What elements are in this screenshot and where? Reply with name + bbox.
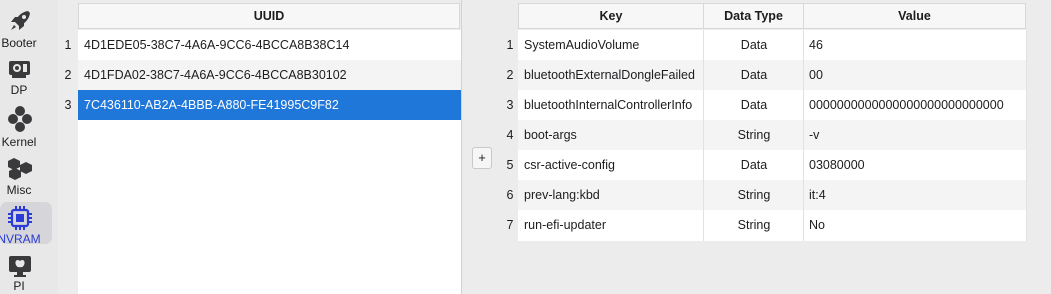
sidebar-item-misc[interactable]: Misc [0,155,58,199]
value-cell: 00 [809,68,823,82]
value-cell: it:4 [809,188,826,202]
column-divider [703,30,704,241]
type-cell: String [737,188,771,202]
uuid-cell: 4D1EDE05-38C7-4A6A-9CC6-4BCCA8B38C14 [84,38,350,52]
variables-table-body: SystemAudioVolume Data 46 bluetoothExter… [518,30,1027,241]
key-cell: bluetoothExternalDongleFailed [524,68,695,82]
uuid-panel: 1 2 3 UUID 4D1EDE05-38C7-4A6A-9CC6-4BCCA… [58,0,462,294]
table-row[interactable]: 4D1EDE05-38C7-4A6A-9CC6-4BCCA8B38C14 [78,30,461,60]
row-number: 3 [506,98,514,112]
value-column-header[interactable]: Value [804,3,1026,29]
table-row[interactable]: 4D1FDA02-38C7-4A6A-9CC6-4BCCA8B30102 [78,60,461,90]
uuid-column-header[interactable]: UUID [78,3,460,29]
value-cell: 0000000000000000000000000000 [809,98,1004,112]
column-divider [803,30,804,241]
sidebar-item-label: DP [10,83,28,97]
table-row[interactable]: bluetoothInternalControllerInfo Data 000… [518,90,1027,120]
value-cell: 03080000 [809,158,865,172]
type-cell: Data [740,38,768,52]
sidebar-item-pi[interactable]: PI [0,254,58,294]
uuid-cell: 7C436110-AB2A-4BBB-A880-FE41995C9F82 [84,98,339,112]
apple-icon [9,256,31,277]
row-number: 2 [64,68,72,82]
graphics-card-icon [9,61,30,78]
value-cell: 46 [809,38,823,52]
table-row[interactable]: boot-args String -v [518,120,1027,150]
row-number: 3 [64,98,72,112]
sidebar-item-kernel[interactable]: Kernel [0,105,58,149]
right-gutter [1027,0,1051,294]
sidebar-item-nvram[interactable]: NVRAM [0,202,58,246]
key-cell: run-efi-updater [524,218,606,232]
table-row[interactable]: SystemAudioVolume Data 46 [518,30,1027,60]
type-cell: String [737,218,771,232]
row-number: 7 [506,218,514,232]
kernel-icon [8,106,32,132]
row-number: 5 [506,158,514,172]
sidebar-item-label: Kernel [1,135,37,149]
key-column-header[interactable]: Key [518,3,704,29]
table-row[interactable]: prev-lang:kbd String it:4 [518,180,1027,210]
sidebar-item-label: NVRAM [0,232,41,246]
key-cell: prev-lang:kbd [524,188,600,202]
table-row[interactable]: bluetoothExternalDongleFailed Data 00 [518,60,1027,90]
chip-icon [8,206,32,230]
type-cell: Data [740,68,768,82]
uuid-table-body: 4D1EDE05-38C7-4A6A-9CC6-4BCCA8B38C14 4D1… [78,30,461,294]
key-cell: csr-active-config [524,158,615,172]
row-number: 2 [506,68,514,82]
row-number: 1 [506,38,514,52]
add-button[interactable]: + [472,147,492,169]
uuid-cell: 4D1FDA02-38C7-4A6A-9CC6-4BCCA8B30102 [84,68,347,82]
type-cell: Data [740,98,768,112]
table-row[interactable]: run-efi-updater String No [518,210,1027,241]
table-row[interactable]: csr-active-config Data 03080000 [518,150,1027,180]
sidebar-item-label: Misc [6,183,32,197]
sidebar-item-booter[interactable]: Booter [0,6,58,50]
key-cell: bluetoothInternalControllerInfo [524,98,693,112]
row-number-gutter: 1 2 3 [58,0,78,294]
value-cell: -v [809,128,820,142]
row-number: 1 [64,38,72,52]
table-row-selected[interactable]: 7C436110-AB2A-4BBB-A880-FE41995C9F82 [78,90,461,120]
rocket-icon [11,11,30,30]
row-number: 6 [506,188,514,202]
sidebar-item-dp[interactable]: DP [0,55,58,99]
type-cell: Data [740,158,768,172]
sidebar-item-label: PI [13,279,25,293]
type-column-header[interactable]: Data Type [704,3,804,29]
row-number: 4 [506,128,514,142]
type-cell: String [737,128,771,142]
key-cell: SystemAudioVolume [524,38,640,52]
value-cell: No [809,218,825,232]
misc-icon [8,158,32,180]
sidebar: Booter DP Kernel Misc NVRAM PI [0,0,58,294]
key-cell: boot-args [524,128,577,142]
sidebar-item-label: Booter [1,36,37,50]
